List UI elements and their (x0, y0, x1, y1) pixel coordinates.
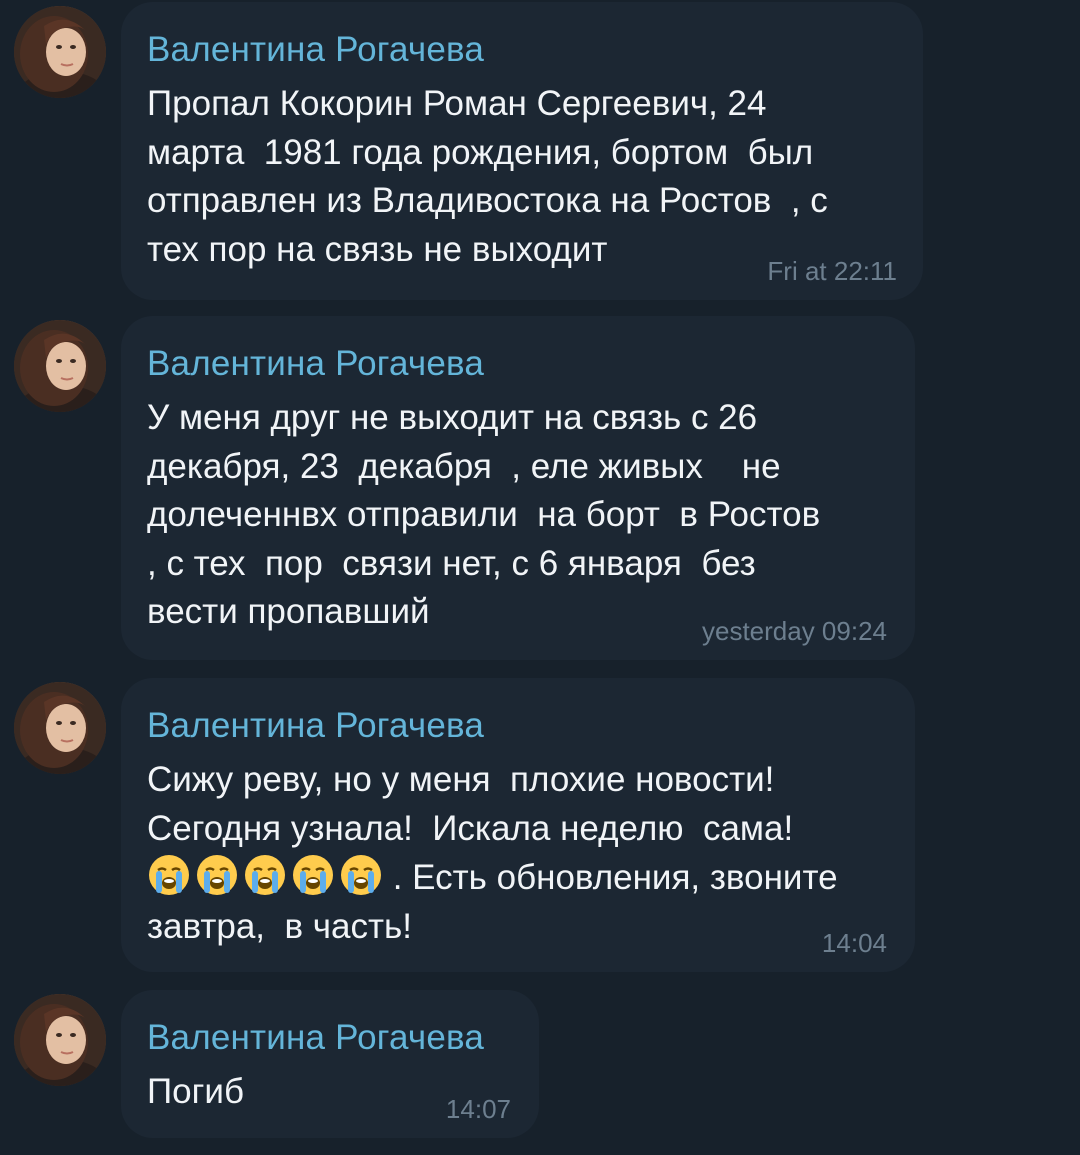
message-row: Валентина Рогачева Погиб 14:07 (0, 990, 1080, 1140)
message-text: У меня друг не выходит на связь с 26 дек… (147, 394, 820, 637)
loudly-crying-face-icon (197, 855, 237, 895)
message-row: Валентина Рогачева Пропал Кокорин Роман … (0, 2, 1080, 302)
sender-name[interactable]: Валентина Рогачева (147, 1018, 484, 1058)
message-time: 14:07 (445, 1094, 511, 1124)
message-text: Погиб (147, 1068, 244, 1117)
message-line: Сегодня узнала! Искала неделю сама! (147, 808, 794, 848)
avatar[interactable] (14, 994, 106, 1086)
message-bubble[interactable]: Валентина Рогачева Пропал Кокорин Роман … (121, 2, 923, 300)
avatar[interactable] (14, 320, 106, 412)
message-line: Погиб (147, 1072, 244, 1111)
message-line: отправлен из Владивостока на Ростов , с (147, 181, 828, 220)
message-line: декабря, 23 декабря , еле живых не (147, 446, 781, 486)
loudly-crying-face-icon (245, 855, 285, 895)
message-line: тех пор на связь не выходит (147, 229, 608, 269)
message-bubble[interactable]: Валентина Рогачева Погиб 14:07 (121, 990, 539, 1138)
avatar[interactable] (14, 682, 106, 774)
chat-history[interactable]: Валентина Рогачева Пропал Кокорин Роман … (0, 0, 1080, 1155)
message-line: , с тех пор связи нет, с 6 января без (147, 543, 756, 583)
message-text: Сижу реву, но у меня плохие новости! Сег… (147, 756, 838, 951)
message-line: завтра, в часть! (147, 906, 412, 946)
sender-name[interactable]: Валентина Рогачева (147, 344, 484, 384)
message-line: Сижу реву, но у меня плохие новости! (147, 760, 775, 799)
message-line: долеченнвх отправили на борт в Ростов (147, 495, 821, 534)
message-text: Пропал Кокорин Роман Сергеевич, 24 марта… (147, 80, 828, 274)
sender-name[interactable]: Валентина Рогачева (147, 30, 484, 70)
message-bubble[interactable]: Валентина Рогачева Сижу реву, но у меня … (121, 678, 915, 972)
message-time: Fri at 22:11 (767, 256, 897, 286)
loudly-crying-face-icon (293, 855, 333, 895)
message-line: У меня друг не выходит на связь с 26 (147, 398, 758, 437)
message-line: Пропал Кокорин Роман Сергеевич, 24 (147, 84, 767, 123)
message-time: 14:04 (821, 928, 887, 958)
message-bubble[interactable]: Валентина Рогачева У меня друг не выходи… (121, 316, 915, 660)
loudly-crying-face-icon (149, 855, 189, 895)
loudly-crying-face-icon (341, 855, 381, 895)
message-line: марта 1981 года рождения, бортом был (147, 132, 814, 172)
emoji-group (147, 853, 383, 897)
avatar[interactable] (14, 6, 106, 98)
message-line: вести пропавший (147, 592, 430, 631)
message-line: . Есть обновления, звоните (383, 858, 838, 897)
message-time: yesterday 09:24 (701, 616, 887, 646)
message-row: Валентина Рогачева У меня друг не выходи… (0, 316, 1080, 662)
sender-name[interactable]: Валентина Рогачева (147, 706, 484, 746)
message-row: Валентина Рогачева Сижу реву, но у меня … (0, 678, 1080, 974)
